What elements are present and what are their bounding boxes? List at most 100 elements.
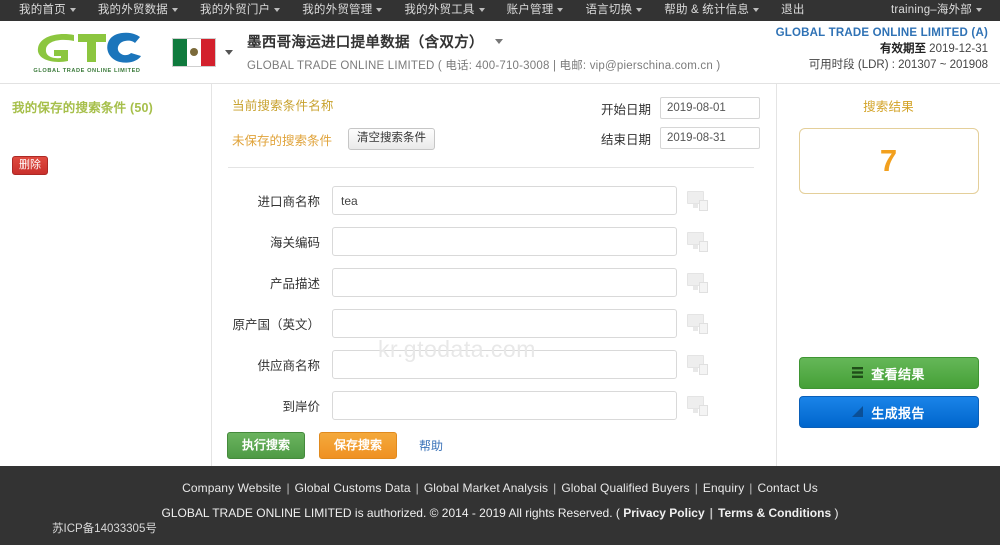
nav-item-logout[interactable]: 退出 <box>770 0 815 21</box>
nav-item-help-stats[interactable]: 帮助 & 统计信息 <box>653 0 770 21</box>
nav-item-label: 我的外贸管理 <box>302 4 373 16</box>
cif-price-input[interactable] <box>332 391 677 420</box>
country-flag-selector[interactable] <box>172 37 233 67</box>
nav-item-label: 帮助 & 统计信息 <box>664 4 750 16</box>
saved-conditions-title: 我的保存的搜索条件 (50) <box>12 101 154 115</box>
image-placeholder-icon[interactable] <box>687 313 709 334</box>
end-date-row: 结束日期 <box>552 127 760 149</box>
generate-report-button[interactable]: 生成报告 <box>798 396 979 428</box>
flag-emblem-icon <box>190 48 198 56</box>
chevron-down-icon <box>274 7 281 12</box>
nav-item-label: 我的首页 <box>19 4 66 16</box>
nav-item-trade-tools[interactable]: 我的外贸工具 <box>393 0 495 21</box>
chevron-down-icon <box>753 7 760 12</box>
nav-item-trade-portal[interactable]: 我的外贸门户 <box>189 0 291 21</box>
execute-search-button[interactable]: 执行搜索 <box>227 432 306 459</box>
account-name: GLOBAL TRADE ONLINE LIMITED (A) <box>775 27 988 39</box>
page-footer: 苏ICP备14033305号 Company Website | Global Cu… <box>0 466 1000 545</box>
divider: | <box>553 481 557 495</box>
nav-item-trade-data[interactable]: 我的外贸数据 <box>87 0 189 21</box>
clear-conditions-button[interactable]: 清空搜索条件 <box>348 128 436 150</box>
nav-item-label: 语言切换 <box>585 4 633 16</box>
origin-country-input[interactable] <box>332 309 677 338</box>
page-root: 我的首页 我的外贸数据 我的外贸门户 我的外贸管理 我的外贸工具 账户管理 语言… <box>0 0 1000 545</box>
close-paren: ) <box>834 506 839 520</box>
chevron-down-icon <box>376 7 383 12</box>
footer-link-contact-us[interactable]: Contact Us <box>758 481 818 495</box>
chart-icon <box>852 405 864 420</box>
mexico-flag-icon <box>172 37 216 67</box>
chevron-down-icon <box>69 7 76 12</box>
footer-link-company-website[interactable]: Company Website <box>182 481 281 495</box>
help-link[interactable]: 帮助 <box>419 437 443 454</box>
footer-link-privacy-policy[interactable]: Privacy Policy <box>623 506 704 520</box>
footer-link-global-customs-data[interactable]: Global Customs Data <box>295 481 411 495</box>
search-form-panel: 当前搜索条件名称 未保存的搜索条件 清空搜索条件 开始日期 结束日期 <box>211 84 777 466</box>
field-label-cif-price: 到岸价 <box>282 400 320 414</box>
generate-report-label: 生成报告 <box>871 405 925 421</box>
current-condition-title: 当前搜索条件名称 <box>232 99 334 113</box>
image-placeholder-icon[interactable] <box>687 190 709 211</box>
main-content: 我的保存的搜索条件 (50) 删除 当前搜索条件名称 未保存的搜索条件 清空搜索… <box>0 84 1000 466</box>
dataset-title-row[interactable]: 墨西哥海运进口提单数据（含双方） <box>247 31 720 52</box>
nav-item-trade-management[interactable]: 我的外贸管理 <box>291 0 393 21</box>
chevron-down-icon <box>557 7 564 12</box>
logo-subtitle: GLOBAL TRADE ONLINE LIMITED <box>33 67 141 74</box>
image-placeholder-icon[interactable] <box>687 272 709 293</box>
chevron-down-icon <box>225 49 233 55</box>
flag-stripe-white <box>187 38 201 66</box>
field-row-origin-country: 原产国（英文） <box>222 309 760 338</box>
view-results-button[interactable]: 查看结果 <box>798 357 979 389</box>
nav-item-label: 退出 <box>781 4 805 16</box>
validity-label: 有效期至 <box>879 43 926 55</box>
end-date-input[interactable] <box>660 127 760 149</box>
footer-link-terms[interactable]: Terms & Conditions <box>718 506 831 520</box>
supplier-name-input[interactable] <box>332 350 677 379</box>
product-description-input[interactable] <box>332 268 677 297</box>
footer-link-global-qualified-buyers[interactable]: Global Qualified Buyers <box>561 481 689 495</box>
top-navigation-bar: 我的首页 我的外贸数据 我的外贸门户 我的外贸管理 我的外贸工具 账户管理 语言… <box>0 0 1000 21</box>
footer-link-enquiry[interactable]: Enquiry <box>703 481 744 495</box>
save-search-button[interactable]: 保存搜索 <box>319 432 398 459</box>
results-count: 7 <box>879 143 898 178</box>
results-count-box: 7 <box>798 128 979 194</box>
dataset-title-block: 墨西哥海运进口提单数据（含双方） GLOBAL TRADE ONLINE LIM… <box>247 31 720 73</box>
gto-logo[interactable]: GLOBAL TRADE ONLINE LIMITED <box>28 31 146 74</box>
start-date-input[interactable] <box>660 97 760 119</box>
flag-stripe-green <box>173 38 187 66</box>
icp-license: 苏ICP备14033305号 <box>52 523 157 535</box>
nav-item-account-management[interactable]: 账户管理 <box>496 0 575 21</box>
image-placeholder-icon[interactable] <box>687 354 709 375</box>
date-range-block: 开始日期 结束日期 <box>552 95 760 157</box>
account-info-block: GLOBAL TRADE ONLINE LIMITED (A) 有效期至 201… <box>776 25 988 73</box>
delete-button[interactable]: 删除 <box>12 156 48 175</box>
field-label-importer: 进口商名称 <box>257 195 320 209</box>
chevron-down-icon <box>976 7 982 12</box>
footer-link-global-market-analysis[interactable]: Global Market Analysis <box>424 481 548 495</box>
chevron-down-icon <box>478 7 485 12</box>
nav-item-language-switch[interactable]: 语言切换 <box>574 0 653 21</box>
field-label-product-description: 产品描述 <box>269 277 320 291</box>
field-row-importer: 进口商名称 <box>222 186 760 215</box>
divider: | <box>749 481 753 495</box>
footer-links: Company Website | Global Customs Data | Glob… <box>0 481 1000 495</box>
end-date-label: 结束日期 <box>600 132 651 147</box>
account-ldr: 可用时段 (LDR) : 201307 ~ 201908 <box>808 59 988 71</box>
unsaved-condition-label: 未保存的搜索条件 <box>232 133 333 148</box>
importer-name-input[interactable] <box>332 186 677 215</box>
footer-center: Company Website | Global Customs Data | Glob… <box>0 466 1000 520</box>
image-placeholder-icon[interactable] <box>687 395 709 416</box>
saved-conditions-panel: 我的保存的搜索条件 (50) 删除 <box>0 84 211 466</box>
nav-user-menu[interactable]: training–海外部 <box>880 0 992 21</box>
hs-code-input[interactable] <box>332 227 677 256</box>
view-results-label: 查看结果 <box>871 366 925 382</box>
image-placeholder-icon[interactable] <box>687 231 709 252</box>
nav-item-home[interactable]: 我的首页 <box>8 0 87 21</box>
nav-item-label: 我的外贸门户 <box>200 4 271 16</box>
results-title: 搜索结果 <box>863 100 914 114</box>
field-row-supplier: 供应商名称 <box>222 350 760 379</box>
condition-name-block: 当前搜索条件名称 未保存的搜索条件 清空搜索条件 <box>222 95 552 157</box>
divider: | <box>415 481 419 495</box>
company-contact-line: GLOBAL TRADE ONLINE LIMITED ( 电话: 400-71… <box>247 60 721 72</box>
field-row-hscode: 海关编码 <box>222 227 760 256</box>
